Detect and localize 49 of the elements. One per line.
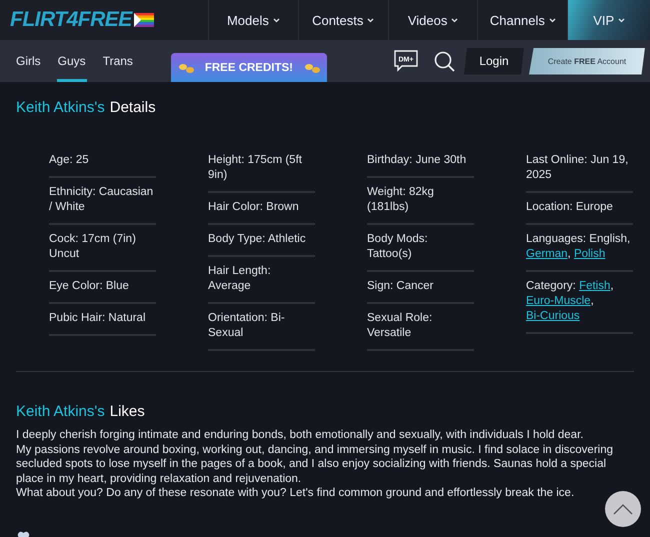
detail-item: Height: 175cm (5ft 9in) xyxy=(208,146,315,193)
model-name: Keith Atkins's xyxy=(16,99,105,116)
detail-item: Hair Length: Average xyxy=(208,257,315,304)
detail-item: Body Type: Athletic xyxy=(208,225,315,257)
section-title: Likes xyxy=(110,403,145,420)
category-tab[interactable]: Girls xyxy=(15,40,42,82)
site-logo[interactable]: FLIRT4FREE xyxy=(10,8,132,32)
free-credits-banner[interactable]: FREE CREDITS! xyxy=(170,53,327,82)
detail-link[interactable]: Fetish xyxy=(579,280,610,292)
detail-item: Eye Color: Blue xyxy=(49,272,156,304)
detail-item: Cock: 17cm (7in) Uncut xyxy=(49,225,156,272)
chevron-up-icon xyxy=(613,504,633,514)
detail-link[interactable]: Euro-Muscle xyxy=(526,295,591,307)
flag-icon xyxy=(134,13,154,27)
login-button[interactable]: Login xyxy=(464,48,524,74)
category-tab[interactable]: Guys xyxy=(56,40,87,82)
detail-item: Sign: Cancer xyxy=(367,272,474,304)
detail-item: Category: Fetish, Euro-Muscle, Bi-Curious xyxy=(526,272,633,334)
search-icon[interactable] xyxy=(433,50,455,72)
create-account-button[interactable]: Create FREE Account xyxy=(529,48,645,74)
detail-item: Ethnicity: Caucasian / White xyxy=(49,178,156,225)
coin-icon xyxy=(176,62,195,74)
scroll-top-button[interactable] xyxy=(605,491,641,527)
detail-item: Location: Europe xyxy=(526,193,633,225)
caret-icon xyxy=(451,18,458,22)
detail-item: Birthday: June 30th xyxy=(367,146,474,178)
detail-link[interactable]: Bi-Curious xyxy=(526,310,580,322)
caret-icon xyxy=(272,18,280,22)
likes-paragraph: My passions revolve around boxing, working out, dancing, and immersing myself in music. I find solace in discovering secluded spots to lose myself in the pages of a book, and I also enjoy socializing with friends. Saunas hold a special place in my heart, providing relaxation and rejuvenation. xyxy=(16,442,614,486)
detail-link[interactable]: German xyxy=(526,248,568,260)
model-name: Keith Atkins's xyxy=(16,403,105,420)
likes-paragraph: What about you? Do any of these resonate with you? Let's find common ground and effortlessly break the ice. xyxy=(16,486,576,500)
detail-item: Pubic Hair: Natural xyxy=(49,304,156,336)
caret-icon xyxy=(548,18,556,22)
coin-icon xyxy=(303,62,321,74)
detail-item: Last Online: Jun 19, 2025 xyxy=(526,146,633,193)
detail-item: Weight: 82kg (181lbs) xyxy=(367,178,474,225)
section-title: Details xyxy=(110,99,156,116)
detail-item: Orientation: Bi-Sexual xyxy=(208,304,315,351)
detail-item: Languages: English, German, Polish xyxy=(526,225,633,272)
caret-icon xyxy=(367,18,374,22)
detail-item: Hair Color: Brown xyxy=(208,193,315,225)
caret-icon xyxy=(618,18,626,22)
likes-paragraph: I deeply cherish forging intimate and enduring bonds, both emotionally and sexually, with individuals I hold dear. xyxy=(16,428,584,442)
detail-link[interactable]: Polish xyxy=(574,248,606,260)
detail-item: Sexual Role: Versatile xyxy=(367,304,474,351)
category-tab[interactable]: Trans xyxy=(102,40,134,82)
detail-item: Age: 25 xyxy=(49,146,156,178)
detail-item: Body Mods: Tattoo(s) xyxy=(367,225,474,272)
